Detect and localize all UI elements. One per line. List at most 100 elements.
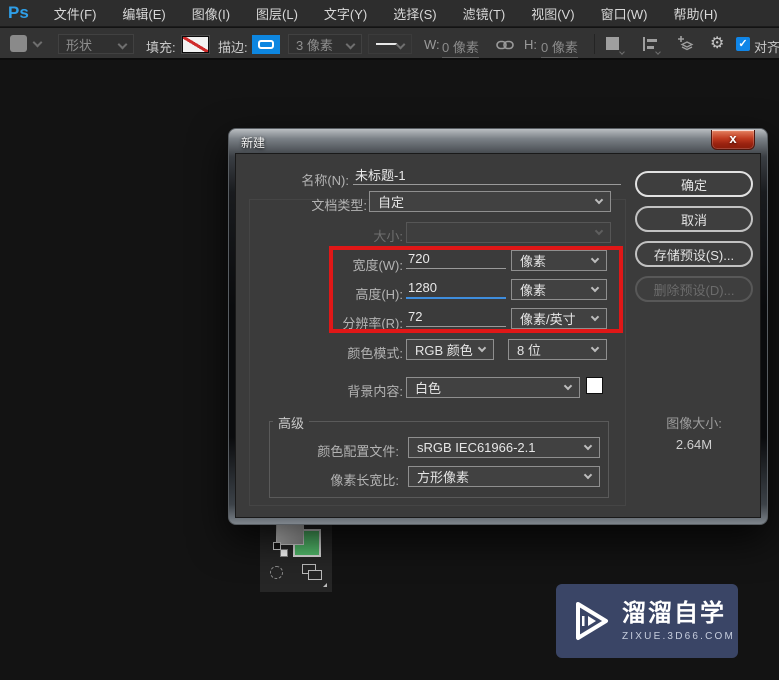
chevron-down-icon (590, 254, 600, 264)
tool-mode-dropdown[interactable]: 形状 (58, 34, 134, 54)
background-contents-dropdown[interactable]: 白色 (406, 377, 580, 398)
menu-type[interactable]: 文字(Y) (311, 4, 380, 23)
pixel-aspect-ratio-dropdown[interactable]: 方形像素 (408, 466, 600, 487)
watermark-url: zixue.3d66.com (622, 630, 736, 642)
width-unit-value: 像素 (520, 254, 547, 269)
width-unit-dropdown[interactable]: 像素 (511, 250, 607, 271)
path-arrangement-icon[interactable] (676, 35, 696, 53)
close-button[interactable]: x (711, 130, 755, 150)
path-alignment-icon[interactable] (642, 37, 658, 51)
pixel-aspect-ratio-value: 方形像素 (417, 470, 470, 485)
chevron-down-icon (117, 39, 128, 49)
doc-type-label: 文档类型: (311, 198, 367, 213)
width-input[interactable] (406, 251, 506, 269)
width-label: 宽度(W): (352, 258, 403, 273)
fill-label: 填充: (146, 40, 176, 55)
delete-preset-button: 删除预设(D)... (635, 276, 753, 302)
chevron-down-icon (594, 195, 604, 205)
name-label: 名称(N): (301, 173, 349, 188)
menu-image[interactable]: 图像(I) (179, 4, 243, 23)
play-logo-icon (576, 602, 608, 640)
chevron-down-icon (477, 343, 487, 353)
toolbox-bottom-panel (260, 520, 332, 592)
cancel-button[interactable]: 取消 (635, 206, 753, 232)
stroke-width-dropdown[interactable]: 3 像素 (288, 34, 362, 54)
chevron-down-icon (395, 39, 406, 49)
shape-width-value[interactable]: 0 像素 (442, 37, 479, 58)
watermark-badge: 溜溜自学 zixue.3d66.com (556, 584, 738, 658)
background-contents-value: 白色 (415, 381, 442, 396)
background-color-preview-swatch[interactable] (586, 377, 603, 394)
color-mode-label: 颜色模式: (347, 346, 403, 361)
name-input[interactable] (353, 167, 621, 185)
stroke-color-swatch[interactable] (252, 35, 280, 54)
shape-height-value[interactable]: 0 像素 (541, 37, 578, 58)
chevron-down-icon (619, 49, 625, 55)
align-edges-label: 对齐边缘 (754, 40, 779, 55)
options-bar: 形状 填充: 描边: 3 像素 W: 0 像素 H: 0 像素 ⚙ ✓ 对齐 (0, 28, 779, 60)
background-contents-label: 背景内容: (347, 384, 403, 399)
menu-view[interactable]: 视图(V) (518, 4, 587, 23)
screen-mode-front-rect (308, 570, 322, 580)
bit-depth-dropdown[interactable]: 8 位 (508, 339, 607, 360)
quick-mask-mode-icon[interactable] (270, 566, 283, 579)
resolution-unit-value: 像素/英寸 (520, 312, 576, 327)
chevron-down-icon (655, 49, 661, 55)
color-profile-label: 颜色配置文件: (317, 444, 399, 459)
chevron-down-icon (590, 343, 600, 353)
bit-depth-value: 8 位 (517, 343, 541, 358)
pixel-aspect-ratio-label: 像素长宽比: (330, 473, 399, 488)
menu-help[interactable]: 帮助(H) (661, 4, 731, 23)
screen-mode-icon[interactable] (302, 564, 327, 587)
save-preset-button[interactable]: 存储预设(S)... (635, 241, 753, 267)
image-size-label: 图像大小: (666, 416, 722, 431)
size-dropdown (406, 222, 611, 243)
path-operations-icon[interactable] (606, 37, 619, 50)
stroke-type-dropdown[interactable] (368, 34, 412, 54)
link-dimensions-icon[interactable] (496, 40, 514, 50)
menu-edit[interactable]: 编辑(E) (109, 4, 178, 23)
resolution-input[interactable] (406, 309, 506, 327)
resolution-unit-dropdown[interactable]: 像素/英寸 (511, 308, 607, 329)
menu-select[interactable]: 选择(S) (380, 4, 449, 23)
chevron-down-icon (583, 441, 593, 451)
height-unit-dropdown[interactable]: 像素 (511, 279, 607, 300)
image-size-value: 2.64M (675, 437, 713, 452)
ok-button[interactable]: 确定 (635, 171, 753, 197)
stroke-width-value: 3 像素 (296, 37, 333, 53)
color-profile-value: sRGB IEC61966-2.1 (417, 440, 536, 455)
photoshop-logo: Ps (8, 3, 29, 22)
advanced-label: 高级 (273, 413, 310, 432)
fill-color-swatch[interactable] (181, 35, 210, 54)
chevron-down-icon (563, 381, 573, 391)
gear-icon[interactable]: ⚙ (710, 33, 724, 53)
doc-type-dropdown[interactable]: 自定 (369, 191, 611, 212)
default-foreground-icon (273, 542, 281, 550)
stroke-swatch-icon (258, 40, 274, 49)
height-input[interactable] (406, 280, 506, 299)
menu-file[interactable]: 文件(F) (41, 4, 110, 23)
color-profile-dropdown[interactable]: sRGB IEC61966-2.1 (408, 437, 600, 458)
chevron-down-icon (590, 283, 600, 293)
default-colors-icon[interactable] (273, 542, 288, 557)
chevron-down-icon[interactable] (32, 37, 43, 48)
screen-mode-corner-icon (323, 583, 327, 587)
height-unit-value: 像素 (520, 283, 547, 298)
chevron-down-icon (345, 39, 356, 49)
line-style-icon (376, 43, 398, 45)
height-label: 高度(H): (355, 287, 403, 302)
new-document-dialog: 新建 x 名称(N): 文档类型: 自定 大小: 宽度(W): 像素 高度(H)… (228, 128, 768, 525)
align-edges-checkbox[interactable]: ✓ (736, 37, 750, 51)
default-background-icon (280, 549, 288, 557)
chevron-down-icon (590, 312, 600, 322)
chevron-down-icon (583, 470, 593, 480)
menu-layer[interactable]: 图层(L) (243, 4, 311, 23)
menu-window[interactable]: 窗口(W) (588, 4, 661, 23)
doc-type-value: 自定 (378, 195, 405, 210)
tool-preset-icon[interactable] (10, 35, 27, 52)
stroke-label: 描边: (218, 40, 248, 55)
menu-filter[interactable]: 滤镜(T) (450, 4, 519, 23)
color-mode-dropdown[interactable]: RGB 颜色 (406, 339, 494, 360)
color-mode-value: RGB 颜色 (415, 343, 473, 358)
size-label: 大小: (373, 229, 403, 244)
